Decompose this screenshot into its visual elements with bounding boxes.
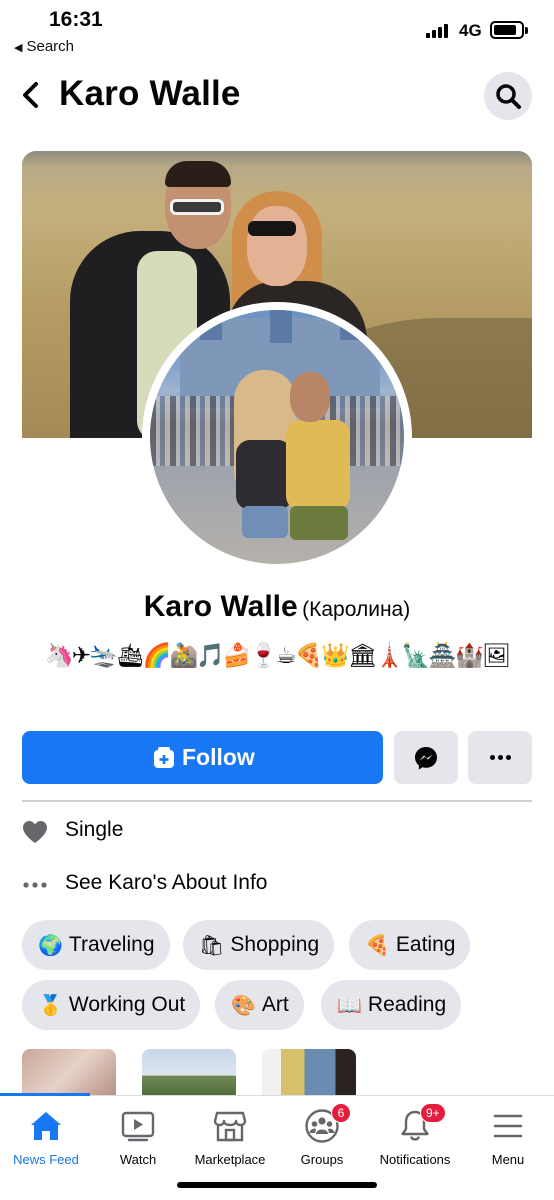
home-icon	[31, 1112, 61, 1140]
tab-label: Notifications	[379, 1152, 451, 1167]
notifications-badge: 9+	[420, 1103, 446, 1123]
featured-photo[interactable]	[22, 1049, 116, 1097]
tab-label: Watch	[119, 1152, 157, 1167]
featured-photo[interactable]	[262, 1049, 356, 1097]
tab-watch[interactable]: Watch	[92, 1096, 184, 1176]
interest-label: Shopping	[230, 933, 320, 956]
interest-chip-art[interactable]: 🎨 Art	[215, 980, 304, 1030]
shopping-bags-icon: 🛍	[199, 933, 225, 957]
tab-label: Marketplace	[194, 1152, 266, 1167]
back-to-app-link[interactable]: ◀ Search	[14, 38, 74, 55]
tab-label: Menu	[491, 1152, 525, 1167]
tab-marketplace[interactable]: Marketplace	[184, 1096, 276, 1176]
medal-icon: 🥇	[38, 993, 63, 1017]
pizza-icon: 🍕	[365, 933, 390, 957]
groups-badge: 6	[331, 1103, 351, 1123]
profile-picture[interactable]	[150, 310, 404, 564]
status-bar: 16:31 ◀ Search 4G	[0, 0, 554, 62]
profile-name: Karo Walle (Каролина)	[0, 590, 554, 624]
message-button[interactable]	[394, 731, 458, 784]
back-triangle-icon: ◀	[14, 42, 23, 54]
tab-label: News Feed	[13, 1152, 79, 1167]
tab-notifications[interactable]: 9+ Notifications	[368, 1096, 462, 1176]
tab-news-feed[interactable]: News Feed	[0, 1096, 92, 1176]
interest-chip-shopping[interactable]: 🛍 Shopping	[183, 920, 335, 970]
profile-name-main: Karo Walle	[143, 590, 298, 623]
signal-icon	[426, 24, 452, 38]
shop-icon	[213, 1111, 247, 1142]
about-info-link[interactable]: See Karo's About Info	[65, 871, 267, 895]
interest-chip-traveling[interactable]: 🌍 Traveling	[22, 920, 170, 970]
globe-icon: 🌍	[38, 933, 63, 957]
page-title: Karo Walle	[59, 74, 241, 113]
more-options-button[interactable]	[468, 731, 532, 784]
interest-chip-working-out[interactable]: 🥇 Working Out	[22, 980, 201, 1030]
interest-label: Working Out	[68, 993, 186, 1016]
about-info-row[interactable]: See Karo's About Info	[22, 864, 532, 904]
follow-button[interactable]: Follow	[22, 731, 383, 784]
featured-photo[interactable]	[142, 1049, 236, 1097]
messenger-icon	[415, 747, 437, 770]
relationship-status: Single	[65, 818, 124, 841]
interest-label: Traveling	[68, 933, 155, 956]
tab-groups[interactable]: 6 Groups	[276, 1096, 368, 1176]
status-time: 16:31	[49, 8, 103, 31]
interest-chip-reading[interactable]: 📖 Reading	[321, 980, 462, 1030]
network-type: 4G	[459, 21, 482, 40]
interest-label: Reading	[367, 993, 447, 1016]
video-icon	[121, 1111, 155, 1142]
back-app-label: Search	[26, 38, 74, 55]
section-divider	[22, 800, 532, 802]
heart-icon	[23, 821, 47, 843]
battery-icon	[490, 21, 528, 39]
open-book-icon: 📖	[337, 993, 362, 1017]
profile-bio: 🦄✈🛬🛳🌈🚵🎵🍰🍷☕🍕👑🏛🗼🗽🏯🏰🖼	[45, 643, 511, 669]
relationship-row: Single	[22, 811, 532, 851]
palette-icon: 🎨	[231, 993, 256, 1017]
tab-menu[interactable]: Menu	[462, 1096, 554, 1176]
interest-chip-eating[interactable]: 🍕 Eating	[349, 920, 471, 970]
search-button[interactable]	[484, 72, 532, 120]
menu-icon	[493, 1114, 523, 1138]
follow-label: Follow	[182, 744, 255, 770]
interest-label: Art	[261, 993, 289, 1016]
profile-header: Karo Walle	[0, 64, 554, 126]
search-icon	[496, 84, 521, 109]
chevron-left-icon	[23, 82, 38, 108]
interest-label: Eating	[395, 933, 456, 956]
tab-label: Groups	[300, 1152, 344, 1167]
add-follow-icon	[154, 747, 174, 768]
profile-name-alternate: (Каролина)	[302, 598, 411, 621]
back-button[interactable]	[16, 78, 46, 112]
ellipsis-icon	[23, 882, 47, 888]
home-indicator[interactable]	[177, 1182, 377, 1188]
more-icon	[490, 755, 511, 760]
